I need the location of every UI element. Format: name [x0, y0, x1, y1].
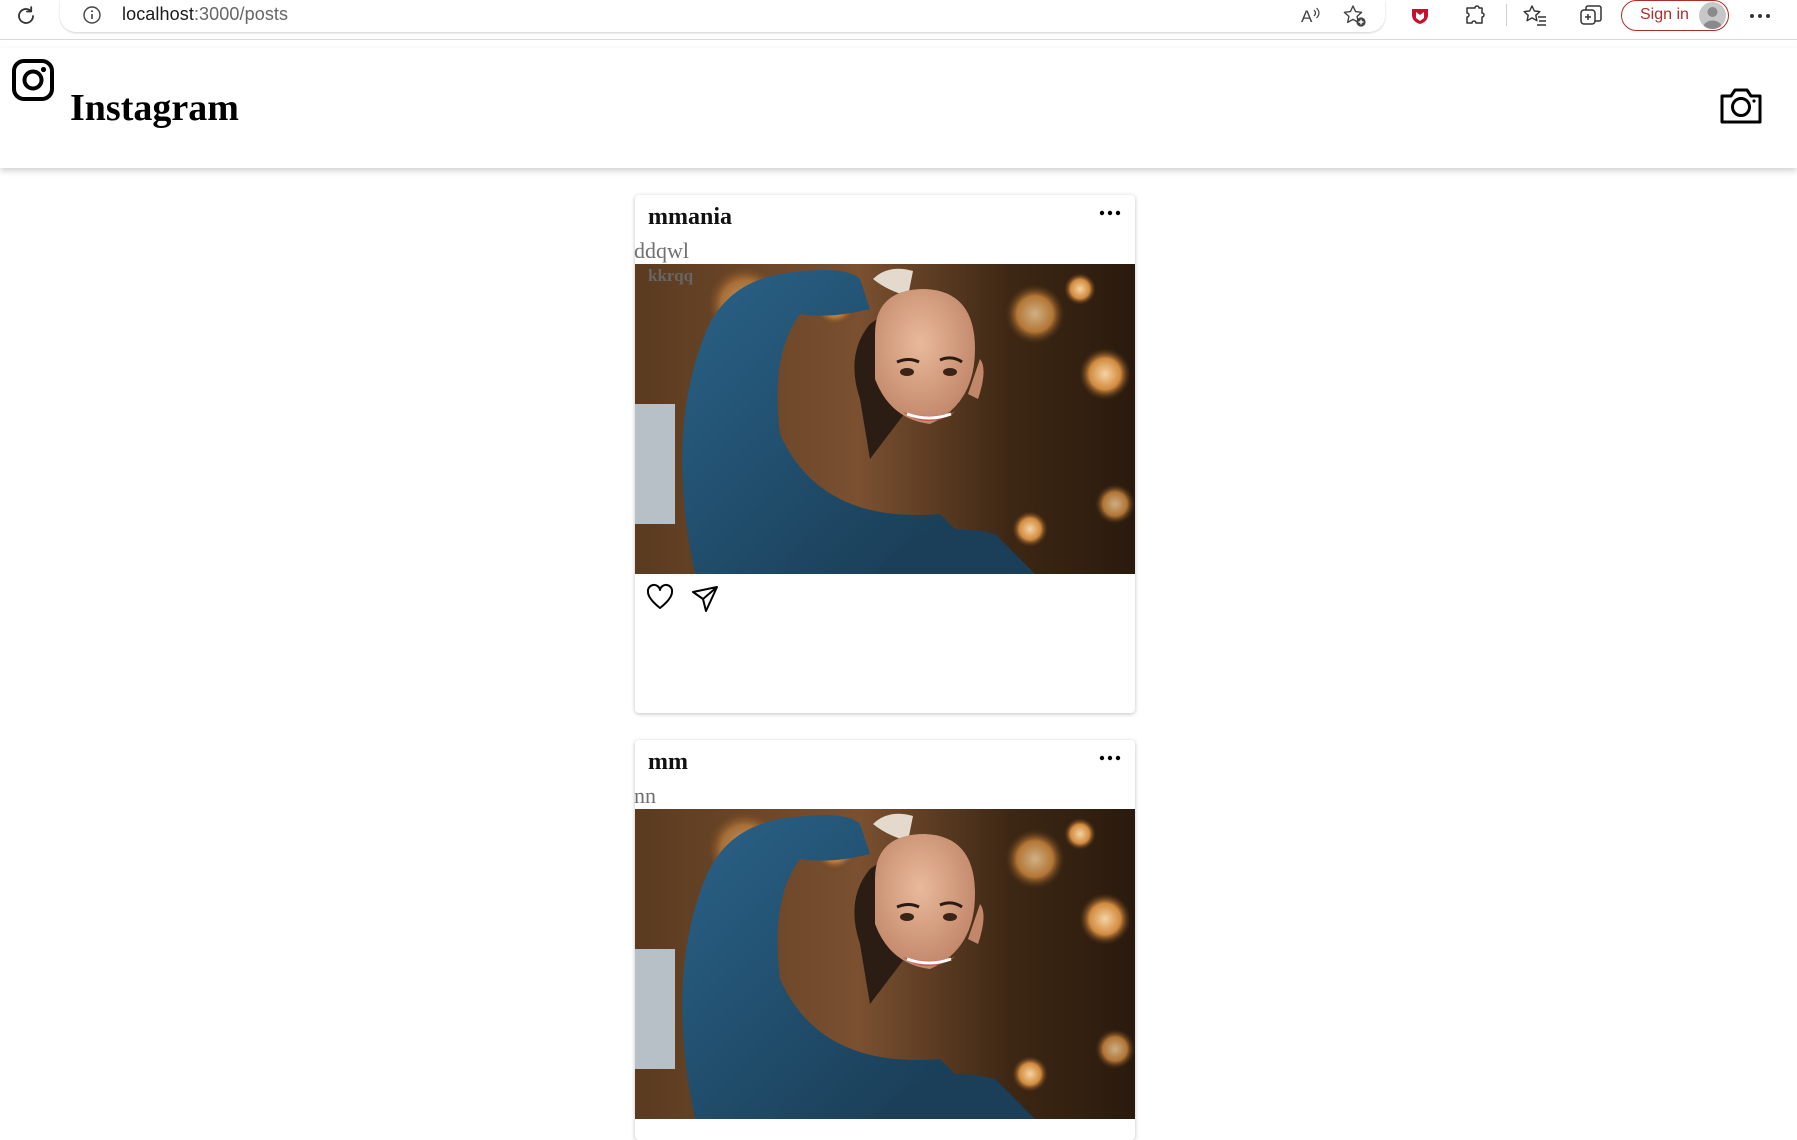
address-bar[interactable]: localhost:3000/posts A	[60, 0, 1385, 32]
url-text[interactable]: localhost:3000/posts	[122, 4, 288, 25]
more-options-icon	[1099, 210, 1121, 216]
reload-icon	[18, 6, 34, 24]
post-username[interactable]: mmania	[648, 204, 732, 231]
svg-text:A: A	[1301, 7, 1313, 26]
post-comment: kkrqq	[648, 266, 694, 285]
post-card: mmania ddqwl kkrqq	[634, 195, 1135, 713]
post-image[interactable]	[635, 809, 1135, 1119]
instagram-logo-icon[interactable]	[11, 58, 55, 102]
post-header: mmania	[635, 195, 1135, 240]
post-card: mm nn	[634, 740, 1135, 1140]
site-info-icon[interactable]	[82, 5, 102, 25]
url-path: :3000/posts	[193, 4, 289, 24]
more-icon	[1750, 14, 1770, 18]
camera-icon[interactable]	[1718, 84, 1764, 126]
post-caption: ddqwl	[634, 238, 689, 263]
url-host: localhost	[122, 4, 194, 24]
sign-in-button[interactable]: Sign in	[1621, 0, 1729, 31]
reload-button[interactable]	[12, 2, 40, 30]
profile-avatar-icon	[1699, 2, 1726, 29]
post-username[interactable]: mm	[648, 749, 688, 776]
post-caption: nn	[634, 783, 656, 808]
sign-in-label: Sign in	[1640, 6, 1689, 23]
collections-icon[interactable]	[1577, 2, 1605, 30]
toolbar-divider	[1506, 4, 1507, 26]
extension-shield-icon[interactable]	[1406, 2, 1434, 30]
post-header: mm	[635, 740, 1135, 785]
browser-toolbar: localhost:3000/posts A Sign in	[0, 0, 1797, 40]
browser-more-button[interactable]	[1746, 2, 1774, 30]
post-actions	[635, 574, 1135, 622]
post-image[interactable]	[635, 264, 1135, 574]
extensions-icon[interactable]	[1461, 2, 1489, 30]
post-options-button[interactable]	[1095, 203, 1125, 223]
add-favorite-icon[interactable]	[1342, 3, 1368, 29]
post-options-button[interactable]	[1095, 748, 1125, 768]
heart-icon[interactable]	[645, 582, 675, 612]
favorites-icon[interactable]	[1521, 2, 1549, 30]
more-options-icon	[1099, 755, 1121, 761]
app-header: Instagram	[0, 48, 1797, 168]
send-icon[interactable]	[690, 583, 720, 613]
brand-title[interactable]: Instagram	[70, 86, 239, 130]
read-aloud-icon[interactable]: A	[1298, 3, 1324, 29]
